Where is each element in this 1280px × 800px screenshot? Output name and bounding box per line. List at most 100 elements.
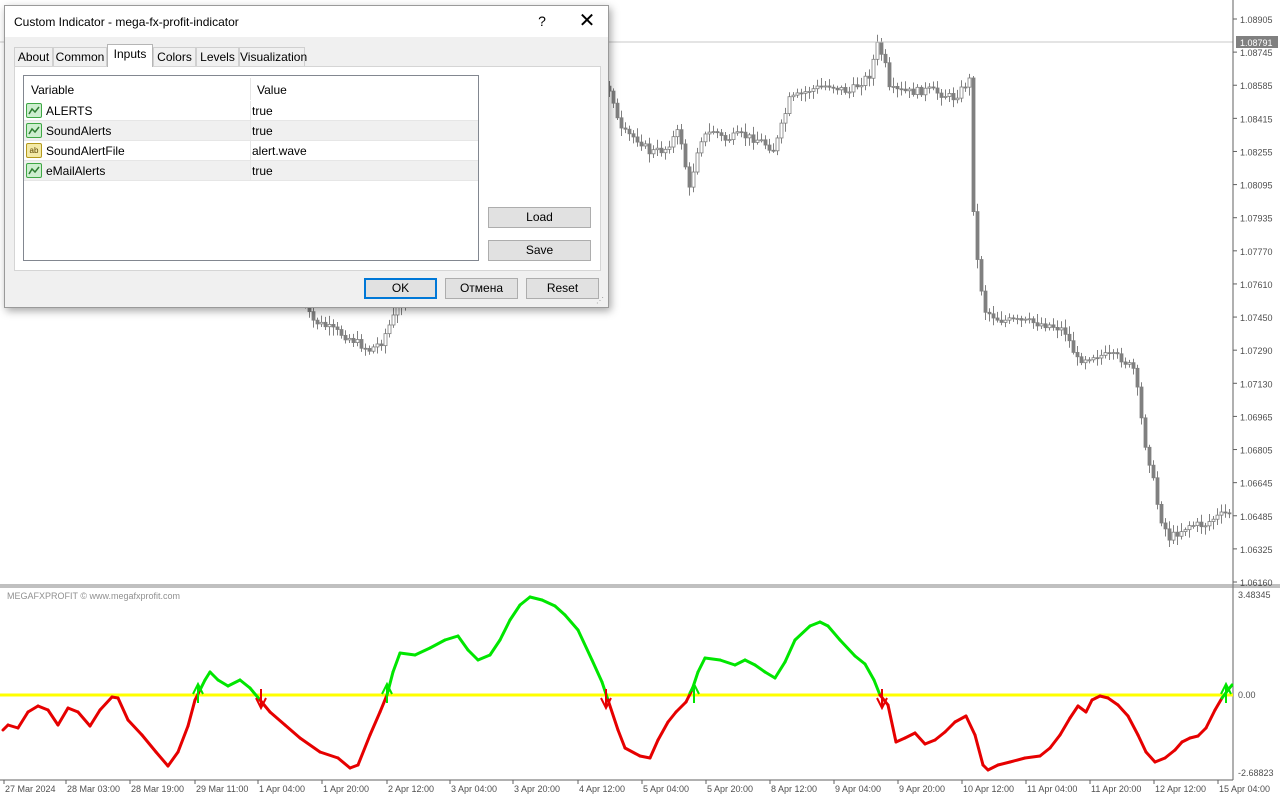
indicator-segment-down (1038, 746, 1052, 758)
variable-value[interactable]: true (252, 104, 273, 118)
indicator-segment-down (943, 720, 957, 734)
column-value[interactable]: Value (257, 83, 287, 97)
bool-icon (26, 103, 42, 118)
time-tick-label: 15 Apr 04:00 (1219, 784, 1270, 794)
variable-name: SoundAlerts (46, 124, 112, 138)
candle-body (383, 333, 388, 347)
indicator-segment-down (973, 733, 985, 767)
time-tick-label: 28 Mar 19:00 (131, 784, 184, 794)
indicator-segment-down (606, 698, 620, 732)
candle-body (315, 319, 320, 325)
time-tick-label: 3 Apr 20:00 (514, 784, 560, 794)
candle-body (1175, 531, 1180, 537)
candle-body (803, 91, 808, 94)
tab-levels[interactable]: Levels (196, 47, 239, 66)
candle-body (639, 141, 644, 147)
candle-body (743, 131, 748, 139)
candle-body (1051, 324, 1056, 328)
indicator-segment-down (318, 750, 340, 760)
input-row-emailalerts[interactable]: eMailAlerts true (24, 161, 478, 181)
candle-body (691, 171, 696, 188)
indicator-segment-down (1126, 714, 1140, 737)
candle-body (787, 96, 792, 114)
candle-body (387, 324, 392, 335)
indicator-segment-up (733, 658, 747, 667)
indicator-segment-down (656, 720, 670, 742)
tab-inputs[interactable]: Inputs (107, 44, 153, 67)
input-row-alerts[interactable]: ALERTS true (24, 101, 478, 121)
cancel-button[interactable]: Отмена (445, 278, 518, 299)
candle-body (979, 259, 984, 292)
indicator-segment-down (616, 728, 627, 750)
indicator-segment-down (648, 738, 660, 760)
price-tick-label: 1.07770 (1240, 247, 1273, 257)
candle-body (967, 77, 972, 88)
candle-body (959, 86, 964, 99)
dialog-titlebar[interactable]: Custom Indicator - mega-fx-profit-indica… (5, 6, 608, 37)
tab-visualization[interactable]: Visualization (239, 47, 307, 66)
variable-value[interactable]: alert.wave (252, 144, 307, 158)
help-button[interactable]: ? (533, 11, 551, 31)
indicator-segment-down (1084, 698, 1094, 714)
indicator-segment-up (498, 618, 512, 642)
variable-value[interactable]: true (252, 164, 273, 178)
indicator-segment-down (886, 703, 898, 744)
input-row-soundalertfile[interactable]: ab SoundAlertFile alert.wave (24, 141, 478, 161)
indicator-segment-up (863, 662, 876, 682)
close-button[interactable]: ✕ (575, 9, 599, 33)
indicator-segment-down (26, 704, 40, 714)
candle-body (891, 86, 896, 88)
indicator-segment-down (36, 704, 50, 712)
cell-divider (250, 161, 251, 180)
candle-body (1131, 362, 1136, 369)
variable-value[interactable]: true (252, 124, 273, 138)
indicator-segment-up (563, 613, 580, 632)
candle-body (615, 102, 620, 119)
candle-body (1203, 525, 1208, 528)
indicator-segment-down (140, 733, 158, 754)
candle-body (747, 134, 752, 139)
indicator-segment-down (46, 708, 60, 727)
candle-body (367, 348, 372, 352)
input-row-soundalerts[interactable]: SoundAlerts true (24, 121, 478, 141)
candle-body (775, 137, 780, 152)
candle-body (851, 84, 856, 93)
tab-colors[interactable]: Colors (153, 47, 196, 66)
time-tick-label: 27 Mar 2024 (5, 784, 56, 794)
candle-body (947, 93, 952, 97)
price-tick-label: 1.08415 (1240, 114, 1273, 124)
candle-body (903, 88, 908, 92)
save-button[interactable]: Save (488, 240, 591, 261)
indicator-label: MEGAFXPROFIT © www.megafxprofit.com (7, 591, 180, 601)
tab-about[interactable]: About (14, 47, 53, 66)
candle-body (783, 113, 788, 124)
current-price-label: 1.08791 (1240, 38, 1273, 48)
indicator-segment-down (268, 710, 287, 727)
time-tick-label: 5 Apr 20:00 (707, 784, 753, 794)
candle-body (1207, 521, 1212, 527)
tab-common[interactable]: Common (53, 47, 107, 66)
indicator-tick-label: 3.48345 (1238, 590, 1271, 600)
time-tick-label: 9 Apr 04:00 (835, 784, 881, 794)
candle-body (815, 85, 820, 90)
candle-body (823, 85, 828, 88)
candle-body (779, 122, 784, 139)
indicator-segment-down (1058, 716, 1072, 737)
price-tick-label: 1.06160 (1240, 578, 1273, 588)
reset-button[interactable]: Reset (526, 278, 599, 299)
column-variable[interactable]: Variable (31, 83, 74, 97)
candle-body (659, 147, 664, 154)
resize-grip-icon[interactable]: ⋰ (596, 296, 604, 305)
candle-body (327, 324, 332, 328)
indicator-segment-down (56, 706, 70, 727)
indicator-segment-down (933, 730, 947, 742)
load-button[interactable]: Load (488, 207, 591, 228)
candle-body (1087, 359, 1092, 362)
ok-button[interactable]: OK (364, 278, 437, 299)
price-tick-label: 1.08905 (1240, 15, 1273, 25)
candle-body (1163, 522, 1168, 530)
candle-body (611, 90, 616, 104)
indicator-line (1, 595, 1234, 772)
inputs-grid[interactable]: Variable Value ALERTS true SoundAlerts t… (23, 75, 479, 261)
candle-body (1027, 318, 1032, 321)
